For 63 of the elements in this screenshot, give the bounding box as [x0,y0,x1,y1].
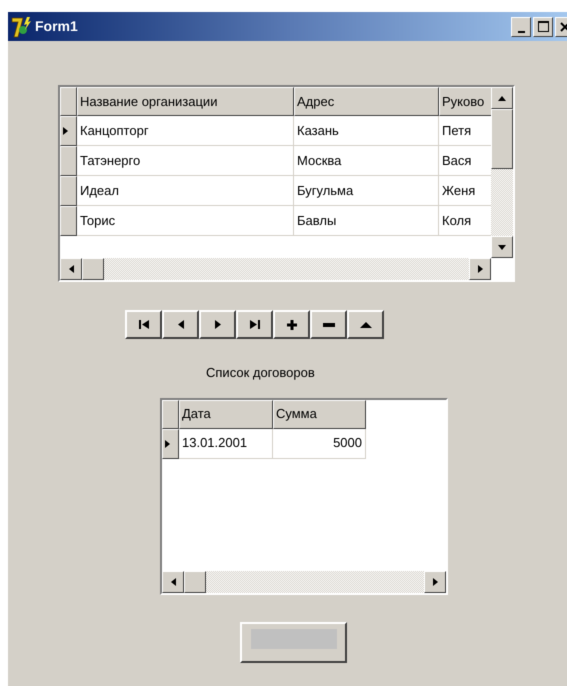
scroll-arrow-button[interactable] [162,570,184,592]
navigator-button[interactable] [273,310,310,339]
plus-icon [286,320,296,330]
scroll-arrow-button[interactable] [60,258,82,280]
navigator-button[interactable] [125,310,162,339]
table-cell[interactable]: Канцопторг [77,116,294,146]
row-pointer-icon [165,440,170,448]
navigator-button[interactable] [236,310,273,339]
column-header[interactable]: Адрес [294,87,439,116]
maximize-icon [538,21,548,32]
table-cell[interactable]: Идеал [77,176,294,206]
maximize-button[interactable] [533,16,553,36]
navigator-button[interactable] [162,310,199,339]
down-arrow-icon [498,244,506,250]
up-triangle-icon [360,322,372,328]
up-arrow-icon [498,96,506,100]
navigator-button[interactable] [199,310,236,339]
contracts-label: Список договоров [206,364,315,382]
close-icon [560,22,567,32]
row-pointer-icon [63,127,68,135]
left-triangle-icon [178,320,184,329]
scroll-thumb[interactable] [184,570,206,592]
table-cell[interactable]: 5000 [273,428,366,458]
table-cell[interactable]: 13.01.2001 [179,428,273,458]
app-logo-icon [11,16,33,38]
left-arrow-icon [170,578,176,586]
table-cell[interactable]: Казань [294,116,439,146]
table-cell[interactable]: Бугульма [294,176,439,206]
scroll-thumb[interactable] [82,258,104,280]
column-header[interactable]: Название организации [77,87,294,116]
minimize-icon [518,30,524,32]
navigator-button[interactable] [310,310,347,339]
scroll-thumb[interactable] [491,109,513,169]
table-cell[interactable]: Торис [77,206,294,236]
table-cell[interactable]: Бавлы [294,206,439,236]
button[interactable] [240,622,347,662]
column-header[interactable]: Сумма [273,400,366,428]
table-cell[interactable]: Москва [294,146,439,176]
minus-icon [322,322,334,326]
last-record-icon [250,320,260,329]
horizontal-scrollbar[interactable] [60,258,491,280]
column-header[interactable]: Дата [179,400,273,428]
right-arrow-icon [432,578,438,586]
window-title: Form1 [35,17,78,36]
scroll-arrow-button[interactable] [469,258,491,280]
table-cell[interactable]: Татэнерго [77,146,294,176]
row-indicator[interactable] [60,206,77,236]
left-arrow-icon [68,265,74,273]
right-arrow-icon [478,265,482,273]
vertical-scrollbar[interactable] [491,87,513,258]
right-triangle-icon [214,320,220,329]
row-indicator[interactable] [60,176,77,206]
scroll-arrow-button[interactable] [491,87,513,109]
first-record-icon [138,320,148,329]
minimize-button[interactable] [511,16,531,36]
navigator-button[interactable] [347,310,384,339]
scroll-arrow-button[interactable] [424,570,446,592]
row-indicator[interactable] [162,428,179,458]
column-header[interactable]: Руково [439,87,491,116]
scroll-arrow-button[interactable] [491,236,513,258]
horizontal-scrollbar[interactable] [162,570,446,592]
row-indicator[interactable] [60,146,77,176]
row-indicator[interactable] [60,116,77,146]
